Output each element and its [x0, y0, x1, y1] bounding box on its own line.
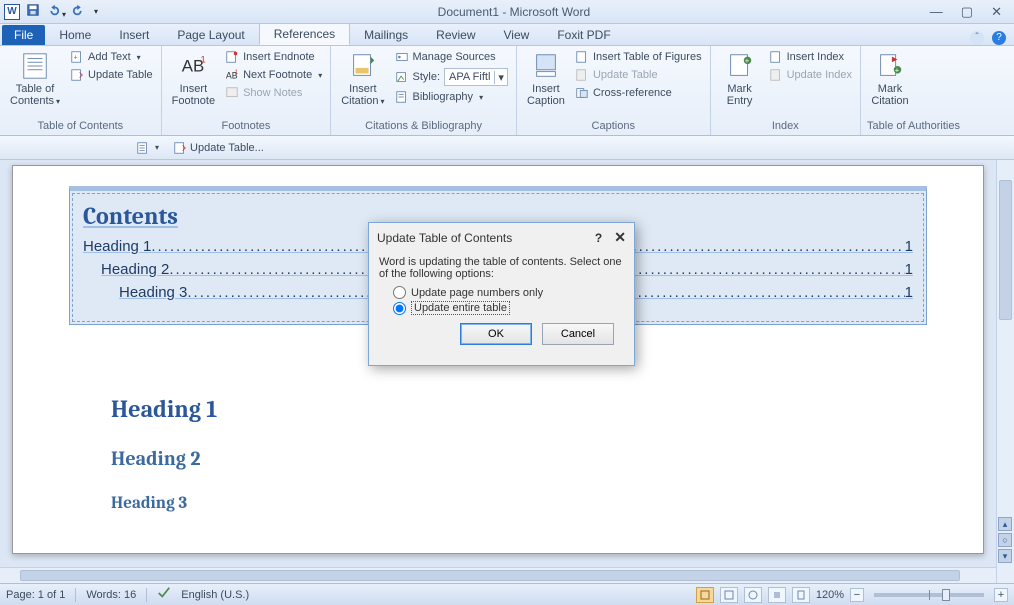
- group-title-footnotes: Footnotes: [168, 119, 325, 133]
- tab-mailings[interactable]: Mailings: [350, 25, 422, 45]
- group-toa: + Mark Citation Table of Authorities: [861, 46, 966, 135]
- option-page-numbers[interactable]: Update page numbers only: [393, 286, 624, 299]
- ribbon: Table of Contents▾ +Add Text▾ Update Tab…: [0, 46, 1014, 136]
- browse-object-icon[interactable]: ○: [998, 533, 1012, 547]
- insert-index-button[interactable]: Insert Index: [767, 49, 854, 65]
- insert-caption-button[interactable]: Insert Caption: [523, 49, 569, 109]
- zoom-in-button[interactable]: +: [994, 588, 1008, 602]
- insert-endnote-button[interactable]: Insert Endnote: [223, 49, 324, 65]
- help-icon[interactable]: ?: [992, 31, 1006, 45]
- mark-entry-button[interactable]: + Mark Entry: [717, 49, 763, 109]
- scrollbar-thumb[interactable]: [20, 570, 960, 581]
- mark-citation-button[interactable]: + Mark Citation: [867, 49, 913, 109]
- heading-3[interactable]: Heading 3: [111, 494, 885, 513]
- tab-references[interactable]: References: [259, 23, 350, 45]
- update-table-toolbar-button[interactable]: Update Table...: [169, 139, 268, 157]
- update-tof-button: Update Table: [573, 67, 704, 83]
- web-layout-view-icon[interactable]: [744, 587, 762, 603]
- add-text-button[interactable]: +Add Text▾: [68, 49, 155, 65]
- tab-foxit[interactable]: Foxit PDF: [543, 25, 624, 45]
- option-entire-table[interactable]: Update entire table: [393, 301, 624, 315]
- insert-citation-button[interactable]: Insert Citation▾: [337, 49, 388, 110]
- group-citations: Insert Citation▾ Manage Sources Style: A…: [331, 46, 517, 135]
- outline-view-icon[interactable]: [768, 587, 786, 603]
- redo-icon[interactable]: [72, 3, 86, 20]
- minimize-button[interactable]: —: [930, 4, 943, 20]
- group-title-citations: Citations & Bibliography: [337, 119, 510, 133]
- zoom-out-button[interactable]: −: [850, 588, 864, 602]
- next-page-icon[interactable]: ▾: [998, 549, 1012, 563]
- minimize-ribbon-icon[interactable]: ˆ: [970, 31, 984, 45]
- dropdown-arrow-icon[interactable]: ▾: [60, 10, 66, 19]
- toc-dropdown-button[interactable]: ▾: [132, 139, 163, 157]
- group-footnotes: AB1 Insert Footnote Insert Endnote AB1Ne…: [162, 46, 332, 135]
- insert-tof-button[interactable]: Insert Table of Figures: [573, 49, 704, 65]
- word-icon: W: [4, 4, 20, 20]
- group-captions: Insert Caption Insert Table of Figures U…: [517, 46, 711, 135]
- heading-2[interactable]: Heading 2: [111, 447, 885, 470]
- svg-text:+: +: [74, 55, 78, 62]
- proofing-icon[interactable]: [157, 586, 171, 603]
- tab-view[interactable]: View: [490, 25, 544, 45]
- tab-review[interactable]: Review: [422, 25, 489, 45]
- toc-context-toolbar: ▾ Update Table...: [0, 136, 1014, 160]
- tab-file[interactable]: File: [2, 25, 45, 45]
- cancel-button[interactable]: Cancel: [542, 323, 614, 345]
- window-title: Document1 - Microsoft Word: [98, 5, 930, 19]
- draft-view-icon[interactable]: [792, 587, 810, 603]
- full-screen-view-icon[interactable]: [720, 587, 738, 603]
- group-toc: Table of Contents▾ +Add Text▾ Update Tab…: [0, 46, 162, 135]
- style-combo[interactable]: Style: APA Fiftl▾: [393, 67, 510, 87]
- ok-button[interactable]: OK: [460, 323, 532, 345]
- update-toc-dialog: Update Table of Contents ? ✕ Word is upd…: [368, 222, 635, 366]
- window-controls: — ▢ ✕: [930, 4, 1014, 20]
- dialog-title: Update Table of Contents: [377, 231, 595, 245]
- zoom-handle[interactable]: [942, 589, 950, 601]
- svg-text:1: 1: [235, 69, 239, 76]
- svg-text:+: +: [744, 56, 749, 65]
- zoom-slider[interactable]: [874, 593, 984, 597]
- tab-page-layout[interactable]: Page Layout: [163, 25, 258, 45]
- update-table-button[interactable]: Update Table: [68, 67, 155, 83]
- cross-reference-button[interactable]: Cross-reference: [573, 85, 704, 101]
- maximize-button[interactable]: ▢: [961, 4, 973, 20]
- dialog-close-icon[interactable]: ✕: [614, 229, 626, 246]
- update-index-button: Update Index: [767, 67, 854, 83]
- zoom-level[interactable]: 120%: [816, 589, 844, 601]
- show-notes-button: Show Notes: [223, 85, 324, 101]
- svg-text:1: 1: [201, 54, 206, 64]
- print-layout-view-icon[interactable]: [696, 587, 714, 603]
- group-title-toc: Table of Contents: [6, 119, 155, 133]
- titlebar: W ▾ ▾ Document1 - Microsoft Word — ▢ ✕: [0, 0, 1014, 24]
- tab-home[interactable]: Home: [45, 25, 105, 45]
- heading-1[interactable]: Heading 1: [111, 395, 885, 423]
- language-status[interactable]: English (U.S.): [181, 589, 249, 601]
- group-title-index: Index: [717, 119, 854, 133]
- quick-access-toolbar: W ▾ ▾: [0, 3, 98, 20]
- dialog-help-icon[interactable]: ?: [595, 231, 602, 245]
- save-icon[interactable]: [26, 3, 40, 20]
- scrollbar-thumb[interactable]: [999, 180, 1012, 320]
- group-title-captions: Captions: [523, 119, 704, 133]
- svg-text:+: +: [895, 66, 900, 75]
- tab-insert[interactable]: Insert: [105, 25, 163, 45]
- dialog-message: Word is updating the table of contents. …: [379, 256, 624, 280]
- word-count[interactable]: Words: 16: [86, 589, 136, 601]
- next-footnote-button[interactable]: AB1Next Footnote▾: [223, 67, 324, 83]
- bibliography-button[interactable]: Bibliography▾: [393, 89, 510, 105]
- horizontal-scrollbar[interactable]: [0, 567, 996, 583]
- close-button[interactable]: ✕: [991, 4, 1002, 20]
- page-status[interactable]: Page: 1 of 1: [6, 589, 65, 601]
- table-of-contents-button[interactable]: Table of Contents▾: [6, 49, 64, 110]
- ribbon-tabs: File Home Insert Page Layout References …: [0, 24, 1014, 46]
- group-index: + Mark Entry Insert Index Update Index I…: [711, 46, 861, 135]
- status-bar: Page: 1 of 1 Words: 16 English (U.S.) 12…: [0, 583, 1014, 605]
- insert-footnote-button[interactable]: AB1 Insert Footnote: [168, 49, 219, 109]
- undo-icon[interactable]: ▾: [46, 3, 66, 20]
- group-title-toa: Table of Authorities: [867, 119, 960, 133]
- manage-sources-button[interactable]: Manage Sources: [393, 49, 510, 65]
- prev-page-icon[interactable]: ▴: [998, 517, 1012, 531]
